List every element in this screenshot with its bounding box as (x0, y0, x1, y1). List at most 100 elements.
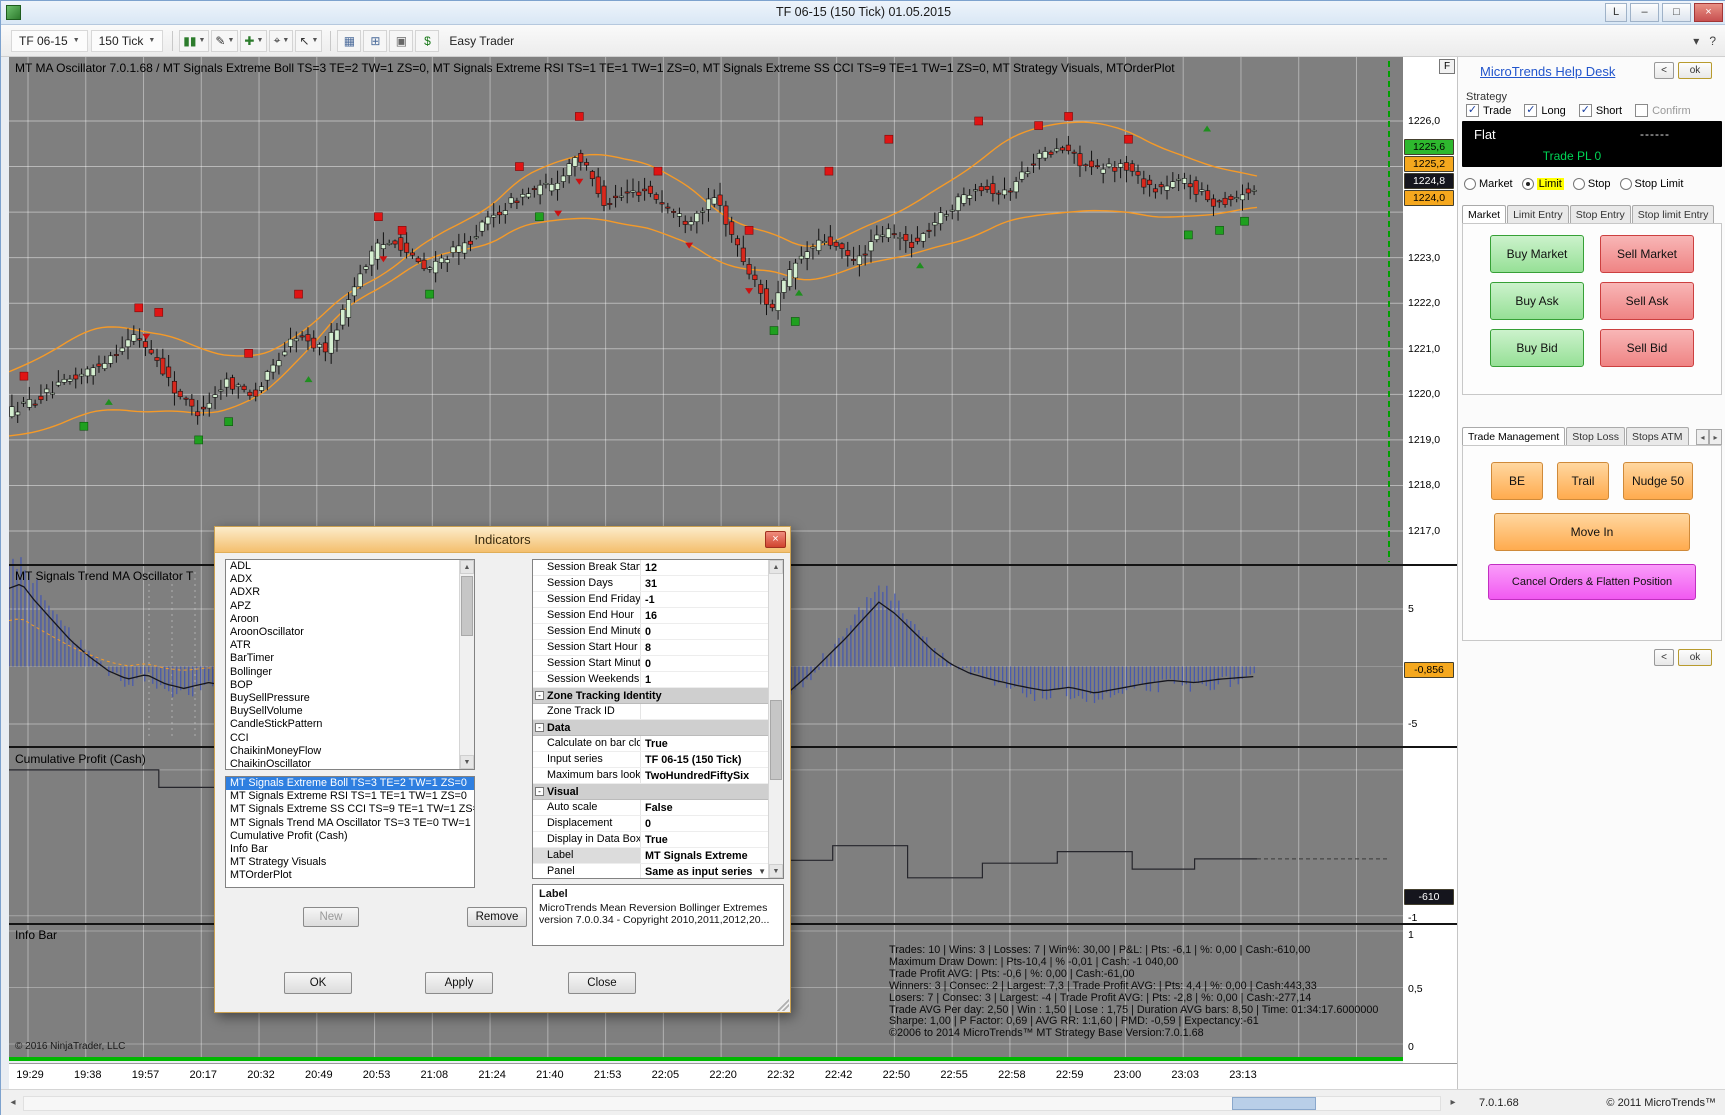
nudge-50-button[interactable]: Nudge 50 (1623, 462, 1693, 500)
property-value[interactable]: 31 (641, 578, 768, 590)
available-indicator-item[interactable]: BarTimer (226, 652, 459, 665)
tab-limit-entry[interactable]: Limit Entry (1507, 205, 1569, 223)
property-row[interactable]: Session Start Minute0 (533, 656, 768, 672)
property-row[interactable]: Zone Track ID (533, 704, 768, 720)
available-indicator-item[interactable]: BuySellPressure (226, 692, 459, 705)
property-row[interactable]: Input seriesTF 06-15 (150 Tick) (533, 752, 768, 768)
help-icon[interactable]: ? (1709, 34, 1716, 48)
property-value[interactable]: 1 (641, 674, 768, 686)
available-indicator-item[interactable]: ADXR (226, 586, 459, 599)
maximize-button[interactable]: □ (1662, 3, 1691, 22)
property-value[interactable]: 16 (641, 610, 768, 622)
property-value[interactable]: True (641, 834, 768, 846)
tab-stop-limit-entry[interactable]: Stop limit Entry (1632, 205, 1715, 223)
scroll-up-icon[interactable]: ▲ (769, 560, 783, 574)
scrollbar-thumb[interactable] (461, 576, 473, 636)
available-indicators-list[interactable]: ADLADXADXRAPZAroonAroonOscillatorATRBarT… (225, 559, 475, 770)
property-grid[interactable]: Session Break Start12Session Days31Sessi… (532, 559, 784, 879)
property-row[interactable]: Session End Friday-1 (533, 592, 768, 608)
close-icon[interactable]: × (765, 531, 786, 548)
property-group-header[interactable]: -Zone Tracking Identity (533, 688, 768, 704)
property-value[interactable]: False (641, 802, 768, 814)
apply-button[interactable]: Apply (425, 972, 493, 994)
available-indicator-item[interactable]: BuySellVolume (226, 705, 459, 718)
property-row[interactable]: PanelSame as input series▼ (533, 864, 768, 878)
close-button[interactable]: Close (568, 972, 636, 994)
available-indicator-item[interactable]: Bollinger (226, 666, 459, 679)
available-indicator-item[interactable]: ChaikinMoneyFlow (226, 745, 459, 758)
move-in-button[interactable]: Move In (1494, 513, 1690, 551)
available-indicator-item[interactable]: Aroon (226, 613, 459, 626)
scroll-down-icon[interactable]: ▼ (460, 755, 474, 769)
ok-button[interactable]: ok (1678, 62, 1712, 79)
property-row[interactable]: Calculate on bar closTrue (533, 736, 768, 752)
available-indicator-item[interactable]: CandleStickPattern (226, 718, 459, 731)
remove-button[interactable]: Remove (467, 907, 527, 927)
collapse-panel-button[interactable]: < (1654, 62, 1674, 79)
configured-indicator-item[interactable]: MT Strategy Visuals (226, 856, 474, 869)
tab-scroll-arrow[interactable]: ▸ (1709, 429, 1722, 445)
tab-stop-entry[interactable]: Stop Entry (1570, 205, 1631, 223)
configured-indicator-item[interactable]: MT Signals Trend MA Oscillator TS=3 TE=0… (226, 817, 474, 830)
order-type-market[interactable]: Market (1464, 178, 1513, 190)
layout-button[interactable]: L (1605, 3, 1627, 22)
scroll-up-icon[interactable]: ▲ (460, 560, 474, 574)
cursor-icon[interactable]: ↖▼ (295, 30, 322, 52)
tab-stops-atm[interactable]: Stops ATM (1626, 427, 1689, 445)
property-value[interactable]: 0 (641, 658, 768, 670)
scroll-down-icon[interactable]: ▼ (769, 864, 783, 878)
ok-button[interactable]: ok (1678, 649, 1712, 666)
collapse-group-icon[interactable]: - (535, 691, 544, 700)
property-row[interactable]: Session Days31 (533, 576, 768, 592)
checkbox-trade[interactable]: ✓Trade (1466, 104, 1511, 117)
property-value[interactable]: 0 (641, 818, 768, 830)
configured-indicator-item[interactable]: Info Bar (226, 843, 474, 856)
tile-vertical-icon[interactable]: ⊞ (363, 30, 387, 52)
order-type-stop-limit[interactable]: Stop Limit (1620, 178, 1684, 190)
configured-indicator-item[interactable]: Cumulative Profit (Cash) (226, 830, 474, 843)
scroll-left-icon[interactable]: ◂ (5, 1096, 21, 1111)
property-value[interactable]: 12 (641, 562, 768, 574)
tab-stop-loss[interactable]: Stop Loss (1566, 427, 1625, 445)
configured-indicator-item[interactable]: MT Signals Extreme RSI TS=1 TE=1 TW=1 ZS… (226, 790, 474, 803)
grid-scrollbar[interactable]: ▲ ▼ (768, 560, 783, 878)
configured-indicator-item[interactable]: MT Signals Extreme SS CCI TS=9 TE=1 TW=1… (226, 803, 474, 816)
configured-indicators-list[interactable]: MT Signals Extreme Boll TS=3 TE=2 TW=1 Z… (225, 776, 475, 888)
checkbox-long[interactable]: ✓Long (1524, 104, 1565, 117)
scrollbar-thumb[interactable] (1232, 1097, 1316, 1110)
available-indicator-item[interactable]: ATR (226, 639, 459, 652)
collapse-group-icon[interactable]: - (535, 723, 544, 732)
scrollbar-thumb[interactable] (770, 700, 782, 780)
buy-market-button[interactable]: Buy Market (1490, 235, 1584, 273)
dialog-title-bar[interactable]: Indicators × (215, 527, 790, 553)
buy-bid-button[interactable]: Buy Bid (1490, 329, 1584, 367)
snapshot-icon[interactable]: ▣ (389, 30, 413, 52)
order-type-limit[interactable]: Limit (1522, 178, 1564, 190)
scroll-right-icon[interactable]: ▸ (1445, 1096, 1461, 1111)
cancel-flatten-button[interactable]: Cancel Orders & Flatten Position (1488, 564, 1696, 600)
property-value[interactable]: TF 06-15 (150 Tick) (641, 754, 768, 766)
property-row[interactable]: Displacement0 (533, 816, 768, 832)
collapse-group-icon[interactable]: - (535, 787, 544, 796)
configured-indicator-item[interactable]: MTOrderPlot (226, 869, 474, 882)
property-value[interactable]: True (641, 738, 768, 750)
property-value[interactable]: -1 (641, 594, 768, 606)
property-value[interactable]: TwoHundredFiftySix (641, 770, 768, 782)
tile-horizontal-icon[interactable]: ▦ (337, 30, 361, 52)
price-axis[interactable]: 1226,01223,01222,01221,01220,01219,01218… (1403, 57, 1457, 1063)
available-indicator-item[interactable]: BOP (226, 679, 459, 692)
instrument-dropdown[interactable]: TF 06-15 ▼ (11, 30, 88, 52)
sell-ask-button[interactable]: Sell Ask (1600, 282, 1694, 320)
available-indicator-item[interactable]: ChaikinOscillator (226, 758, 459, 769)
property-row[interactable]: Session Start Hour8 (533, 640, 768, 656)
drawing-tools-icon[interactable]: ✎▼ (211, 30, 238, 52)
available-indicator-item[interactable]: AroonOscillator (226, 626, 459, 639)
property-row[interactable]: LabelMT Signals Extreme (533, 848, 768, 864)
property-value[interactable]: MT Signals Extreme (641, 850, 768, 862)
available-indicator-item[interactable]: CCI (226, 732, 459, 745)
property-group-header[interactable]: -Visual (533, 784, 768, 800)
property-value[interactable]: 8 (641, 642, 768, 654)
trail-button[interactable]: Trail (1557, 462, 1609, 500)
data-series-icon[interactable]: $ (415, 30, 439, 52)
property-row[interactable]: Session Weekends1 (533, 672, 768, 688)
